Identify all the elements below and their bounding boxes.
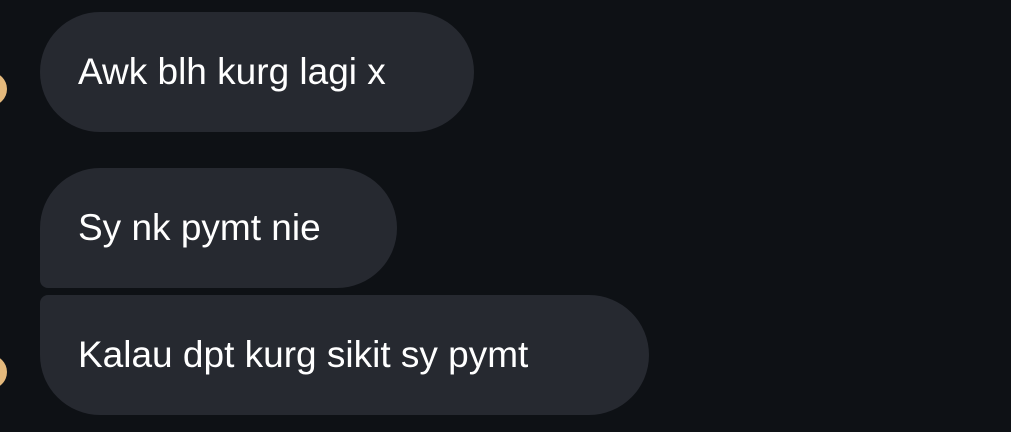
message-text: Kalau dpt kurg sikit sy pymt: [78, 334, 529, 375]
message-bubble[interactable]: Awk blh kurg lagi x: [40, 12, 474, 132]
avatar[interactable]: [0, 72, 7, 106]
message-bubble[interactable]: Kalau dpt kurg sikit sy pymt: [40, 295, 649, 415]
message-text: Sy nk pymt nie: [78, 207, 321, 248]
message-text: Awk blh kurg lagi x: [78, 51, 386, 92]
message-bubble[interactable]: Sy nk pymt nie: [40, 168, 397, 288]
avatar[interactable]: [0, 355, 7, 389]
